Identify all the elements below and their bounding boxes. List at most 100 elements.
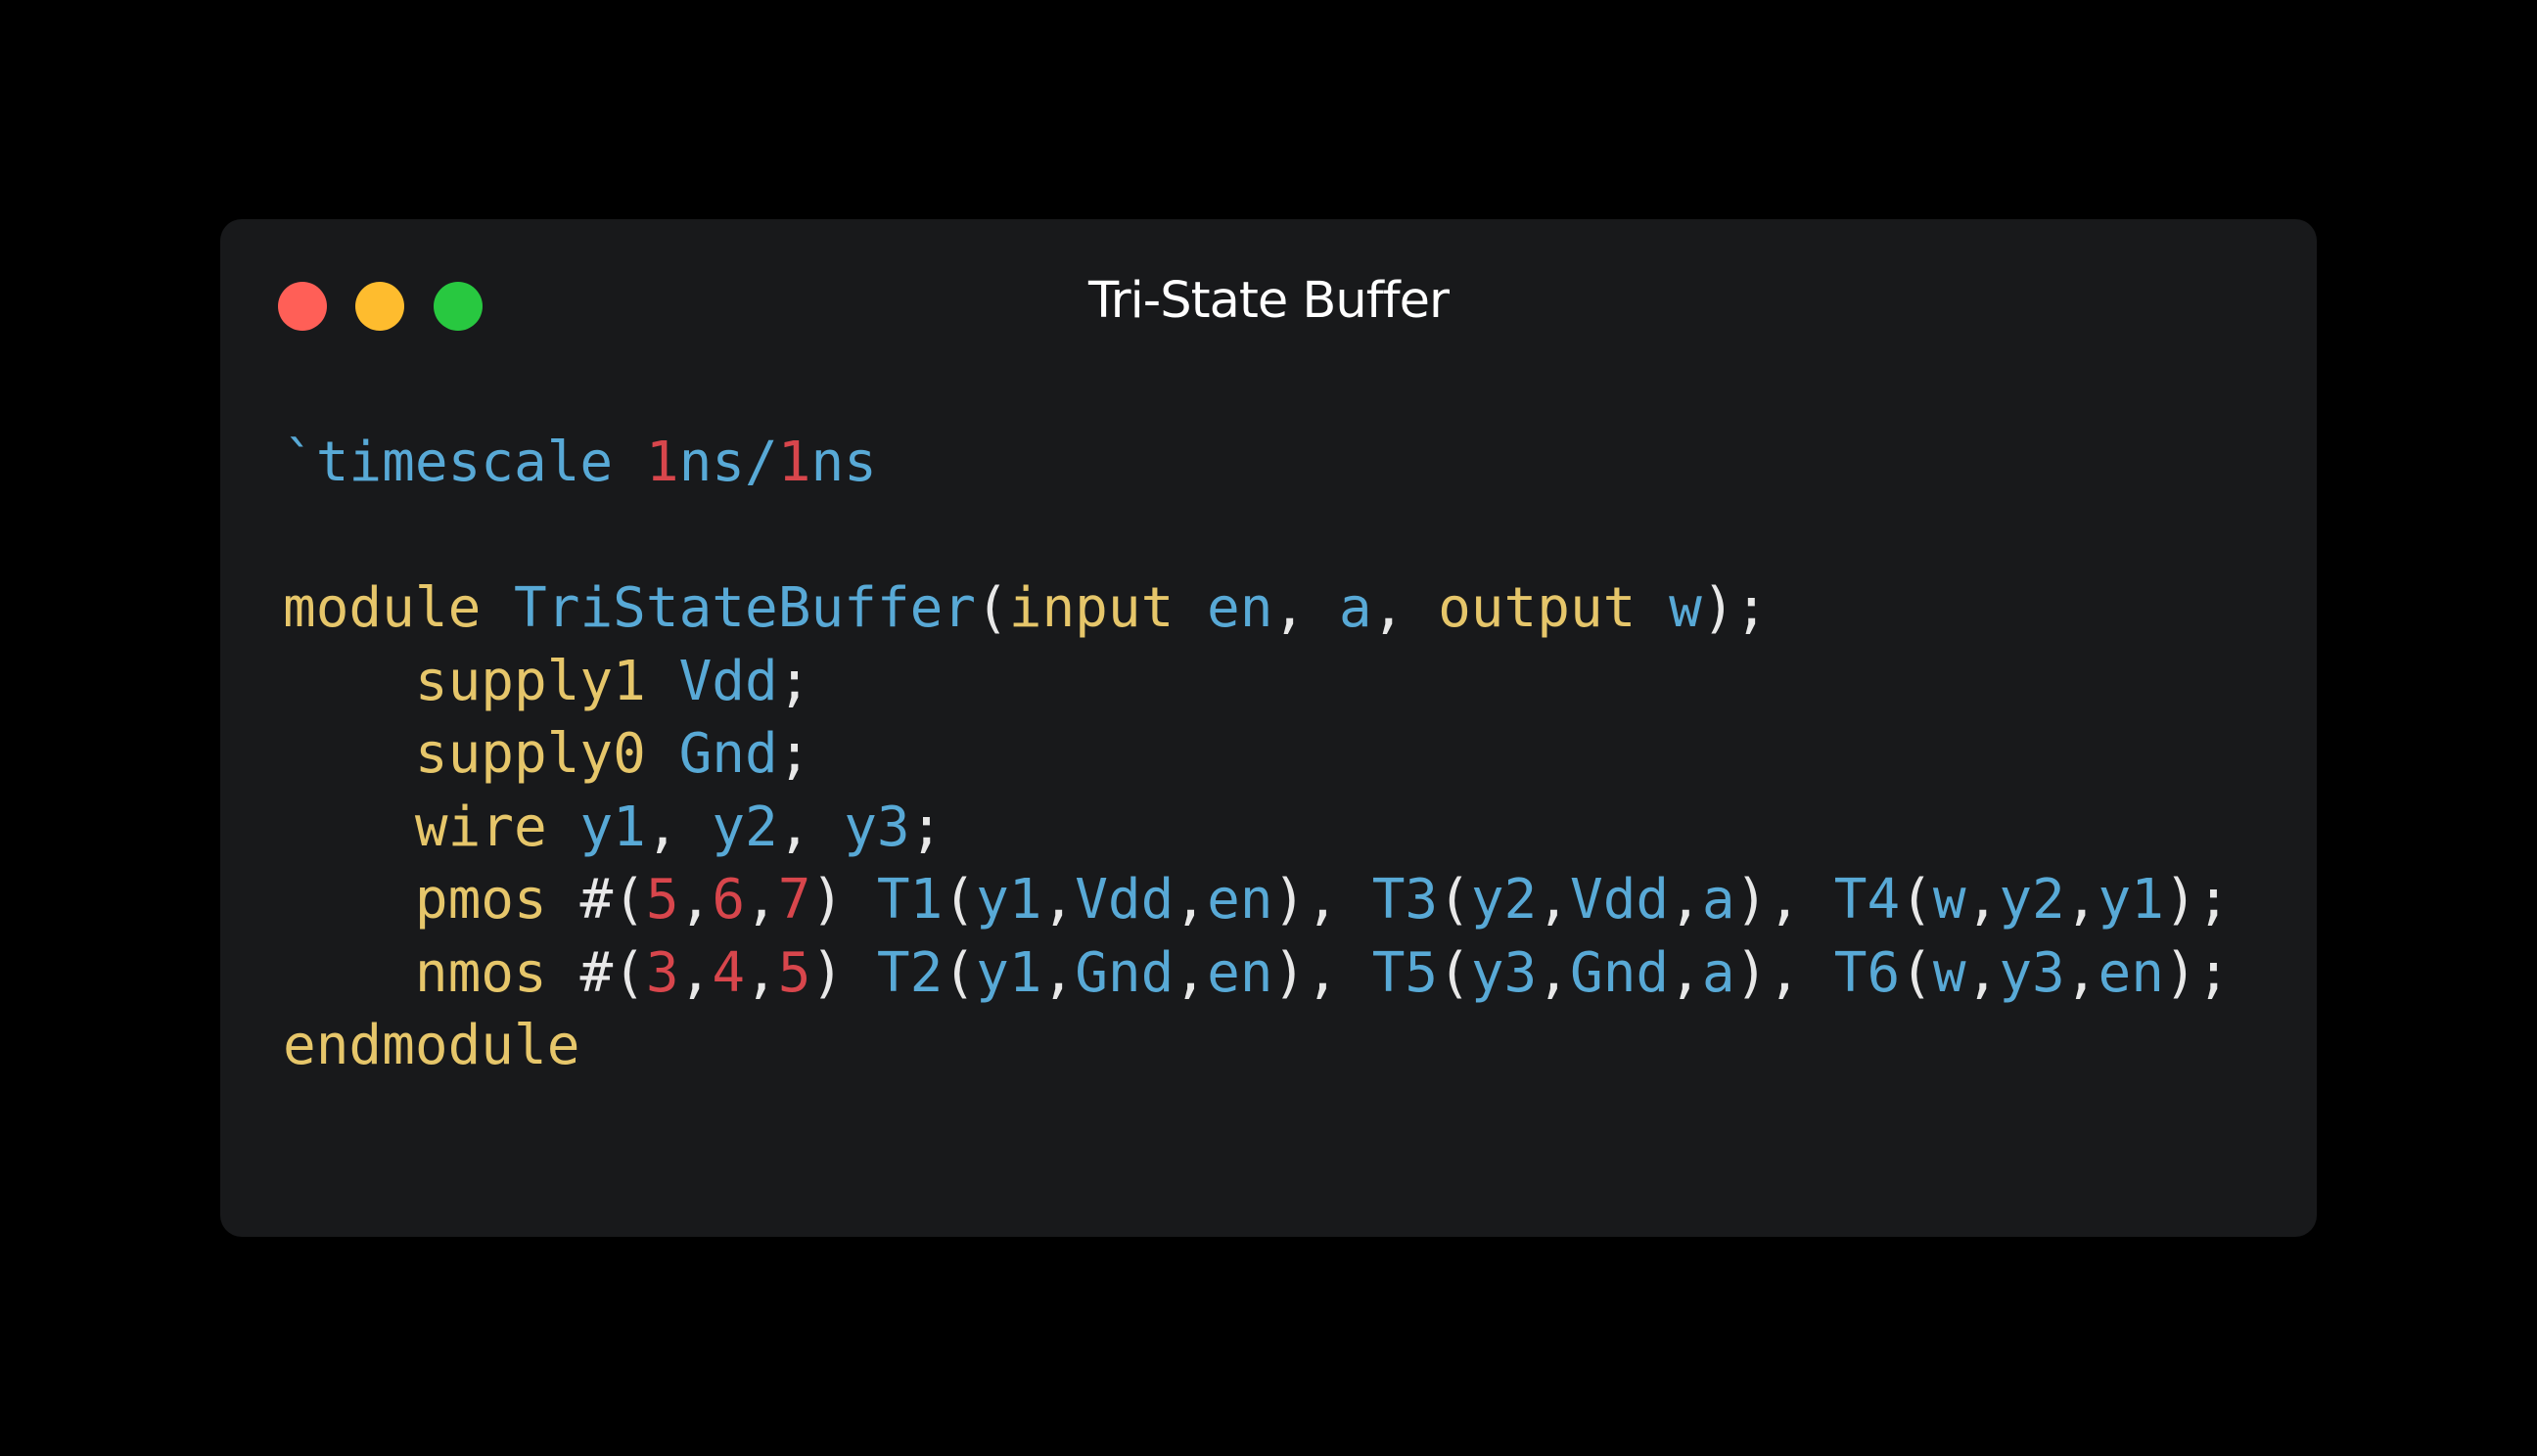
- code-keyword: supply1: [414, 649, 679, 713]
- code-identifier: `timescale: [283, 431, 646, 494]
- code-keyword: nmos: [414, 940, 580, 1005]
- code-punctuation: [283, 868, 415, 932]
- code-identifier: Gnd: [1570, 940, 1670, 1005]
- code-punctuation: #(: [579, 868, 646, 932]
- code-punctuation: ,: [745, 940, 778, 1005]
- code-punctuation: ;: [777, 722, 811, 786]
- code-number: 1: [777, 431, 811, 494]
- code-punctuation: (: [976, 576, 1009, 640]
- code-identifier: en: [1207, 868, 1273, 932]
- code-keyword: output: [1438, 576, 1670, 640]
- code-identifier: ns: [810, 431, 877, 494]
- code-line: pmos #(5,6,7) T1(y1,Vdd,en), T3(y2,Vdd,a…: [283, 864, 2231, 937]
- code-identifier: Vdd: [678, 649, 778, 713]
- code-punctuation: ,: [1537, 868, 1570, 932]
- code-line: endmodule: [283, 1010, 2230, 1083]
- code-identifier: T5: [1371, 940, 1439, 1005]
- code-punctuation: );: [2163, 940, 2231, 1005]
- code-keyword: endmodule: [283, 1014, 580, 1077]
- code-keyword: wire: [414, 795, 580, 859]
- code-identifier: a: [1701, 868, 1735, 932]
- code-identifier: T2: [876, 940, 944, 1005]
- code-number: 7: [777, 868, 811, 932]
- code-punctuation: );: [1701, 576, 1769, 640]
- code-keyword: supply0: [414, 722, 679, 786]
- code-punctuation: ,: [678, 940, 713, 1005]
- code-punctuation: ): [810, 868, 877, 932]
- code-identifier: y3: [844, 795, 910, 859]
- code-punctuation: ,: [777, 795, 845, 859]
- code-punctuation: );: [2163, 868, 2231, 932]
- code-keyword: input: [1008, 576, 1208, 640]
- code-identifier: y2: [1999, 868, 2065, 932]
- code-punctuation: ),: [1272, 940, 1372, 1005]
- code-punctuation: ,: [2064, 940, 2099, 1005]
- code-punctuation: ): [810, 940, 877, 1005]
- code-line: supply0 Gnd;: [283, 718, 2230, 792]
- code-identifier: T3: [1371, 868, 1439, 932]
- code-punctuation: ,: [678, 868, 713, 932]
- code-punctuation: [283, 941, 415, 1005]
- code-identifier: y3: [1470, 940, 1538, 1005]
- code-line: wire y1, y2, y3;: [283, 792, 2230, 865]
- code-keyword: module: [283, 576, 515, 640]
- code-identifier: en: [2098, 940, 2164, 1005]
- code-punctuation: ),: [1734, 868, 1834, 932]
- code-punctuation: ),: [1734, 940, 1834, 1005]
- code-number: 5: [645, 868, 679, 932]
- code-identifier: Vdd: [1075, 868, 1175, 932]
- code-identifier: y3: [1999, 940, 2065, 1005]
- code-identifier: a: [1701, 940, 1735, 1005]
- code-identifier: w: [1669, 576, 1702, 640]
- code-punctuation: ,: [1272, 576, 1339, 640]
- code-punctuation: ;: [909, 795, 944, 859]
- code-identifier: w: [1932, 940, 1966, 1005]
- code-number: 6: [712, 868, 746, 932]
- code-punctuation: ,: [1669, 868, 1702, 932]
- code-punctuation: (: [1438, 940, 1471, 1005]
- code-identifier: T4: [1833, 868, 1901, 932]
- code-identifier: y2: [1470, 868, 1538, 932]
- code-identifier: Gnd: [1075, 940, 1175, 1005]
- code-punctuation: [283, 650, 415, 713]
- code-identifier: T1: [876, 868, 944, 932]
- code-punctuation: ,: [1174, 868, 1208, 932]
- code-identifier: y1: [976, 868, 1042, 932]
- code-punctuation: (: [943, 868, 977, 932]
- code-line: `timescale 1ns/1ns: [283, 427, 2230, 500]
- code-identifier: ns/: [678, 431, 778, 494]
- code-identifier: a: [1338, 576, 1372, 640]
- code-punctuation: (: [943, 940, 977, 1005]
- code-keyword: pmos: [414, 868, 580, 932]
- code-punctuation: ,: [1669, 940, 1702, 1005]
- code-punctuation: ,: [1041, 940, 1076, 1005]
- code-punctuation: ,: [2064, 868, 2099, 932]
- code-punctuation: [283, 796, 415, 859]
- code-number: 5: [777, 940, 811, 1005]
- code-punctuation: ;: [777, 649, 811, 713]
- code-line: supply1 Vdd;: [283, 646, 2230, 719]
- code-line: module TriStateBuffer(input en, a, outpu…: [283, 572, 2230, 646]
- code-punctuation: [283, 722, 415, 786]
- code-punctuation: ,: [1965, 940, 2000, 1005]
- code-punctuation: ,: [1965, 868, 2000, 932]
- code-punctuation: ,: [1174, 940, 1208, 1005]
- code-punctuation: ,: [1041, 868, 1076, 932]
- code-punctuation: ,: [1371, 576, 1439, 640]
- code-identifier: TriStateBuffer: [514, 576, 977, 640]
- code-punctuation: ),: [1272, 868, 1372, 932]
- code-identifier: Vdd: [1570, 868, 1670, 932]
- code-number: 3: [645, 940, 679, 1005]
- code-punctuation: ,: [645, 795, 713, 859]
- code-line: nmos #(3,4,5) T2(y1,Gnd,en), T5(y3,Gnd,a…: [283, 937, 2231, 1011]
- code-punctuation: (: [1900, 940, 1933, 1005]
- code-window: Tri-State Buffer `timescale 1ns/1ns modul…: [220, 219, 2317, 1237]
- code-identifier: T6: [1833, 940, 1901, 1005]
- code-identifier: y1: [2098, 868, 2164, 932]
- code-identifier: Gnd: [678, 722, 778, 786]
- code-punctuation: ,: [745, 868, 778, 932]
- window-title: Tri-State Buffer: [1088, 272, 1450, 330]
- code-number: 4: [712, 940, 746, 1005]
- code-punctuation: (: [1438, 868, 1471, 932]
